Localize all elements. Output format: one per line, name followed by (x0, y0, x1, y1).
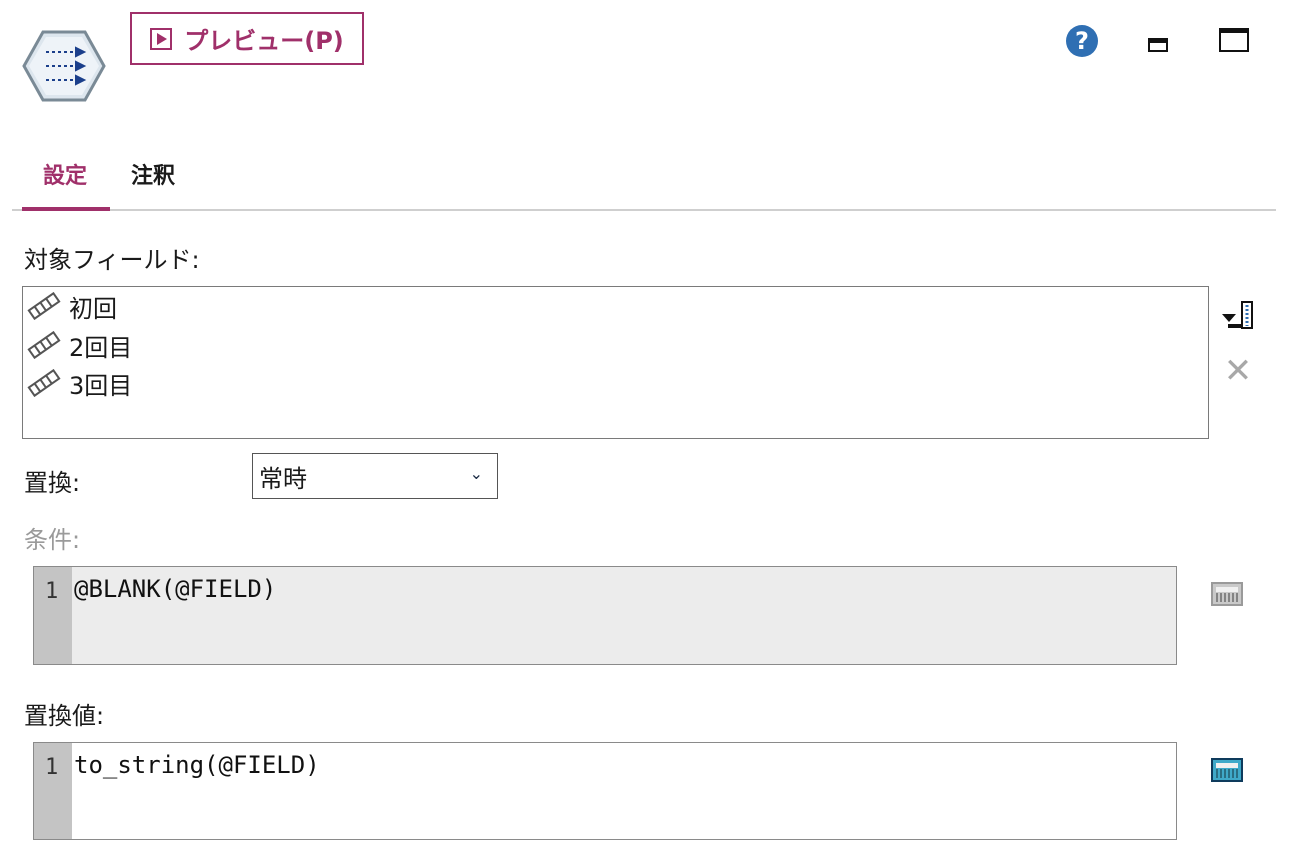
line-number: 1 (45, 579, 59, 604)
expression-builder-icon[interactable] (1211, 758, 1243, 782)
target-fields-list[interactable]: 初回 2回目 3回目 (22, 286, 1209, 439)
help-icon[interactable]: ? (1066, 25, 1098, 57)
chevron-down-icon: ⌄ (469, 464, 483, 483)
condition-label: 条件: (24, 526, 81, 554)
tab-divider (12, 209, 1276, 211)
continuous-field-icon (27, 292, 61, 320)
condition-code: @BLANK(@FIELD) (74, 575, 277, 603)
preview-label: プレビュー(P) (184, 27, 344, 55)
replacement-value-code[interactable]: to_string(@FIELD) (74, 751, 320, 779)
line-number: 1 (45, 755, 59, 780)
filler-node-icon (22, 30, 106, 102)
replacement-value-editor[interactable]: 1 to_string(@FIELD) (33, 742, 1177, 840)
list-item[interactable]: 初回 (27, 289, 117, 323)
continuous-field-icon (27, 331, 61, 359)
maximize-icon[interactable] (1219, 28, 1249, 52)
target-fields-label: 対象フィールド: (24, 246, 200, 274)
replace-selected-value: 常時 (259, 464, 307, 493)
play-icon (150, 27, 173, 50)
list-item[interactable]: 3回目 (27, 366, 132, 400)
tab-annotation[interactable]: 注釈 (131, 158, 175, 190)
tab-settings[interactable]: 設定 (43, 158, 87, 190)
field-name: 2回目 (69, 333, 133, 362)
field-name: 3回目 (69, 371, 133, 400)
list-item[interactable]: 2回目 (27, 328, 132, 362)
field-name: 初回 (69, 294, 117, 323)
field-picker-icon[interactable] (1220, 300, 1256, 330)
preview-button[interactable]: プレビュー(P) (130, 12, 364, 65)
continuous-field-icon (27, 369, 61, 397)
replace-select[interactable]: 常時 ⌄ (252, 453, 498, 499)
condition-editor: 1 @BLANK(@FIELD) (33, 566, 1177, 665)
delete-icon[interactable]: ✕ (1222, 354, 1254, 388)
expression-builder-icon (1211, 582, 1243, 606)
minimize-icon[interactable] (1148, 38, 1168, 52)
replacement-value-label: 置換値: (24, 702, 105, 730)
active-tab-indicator (22, 207, 110, 211)
replace-label: 置換: (24, 469, 81, 497)
